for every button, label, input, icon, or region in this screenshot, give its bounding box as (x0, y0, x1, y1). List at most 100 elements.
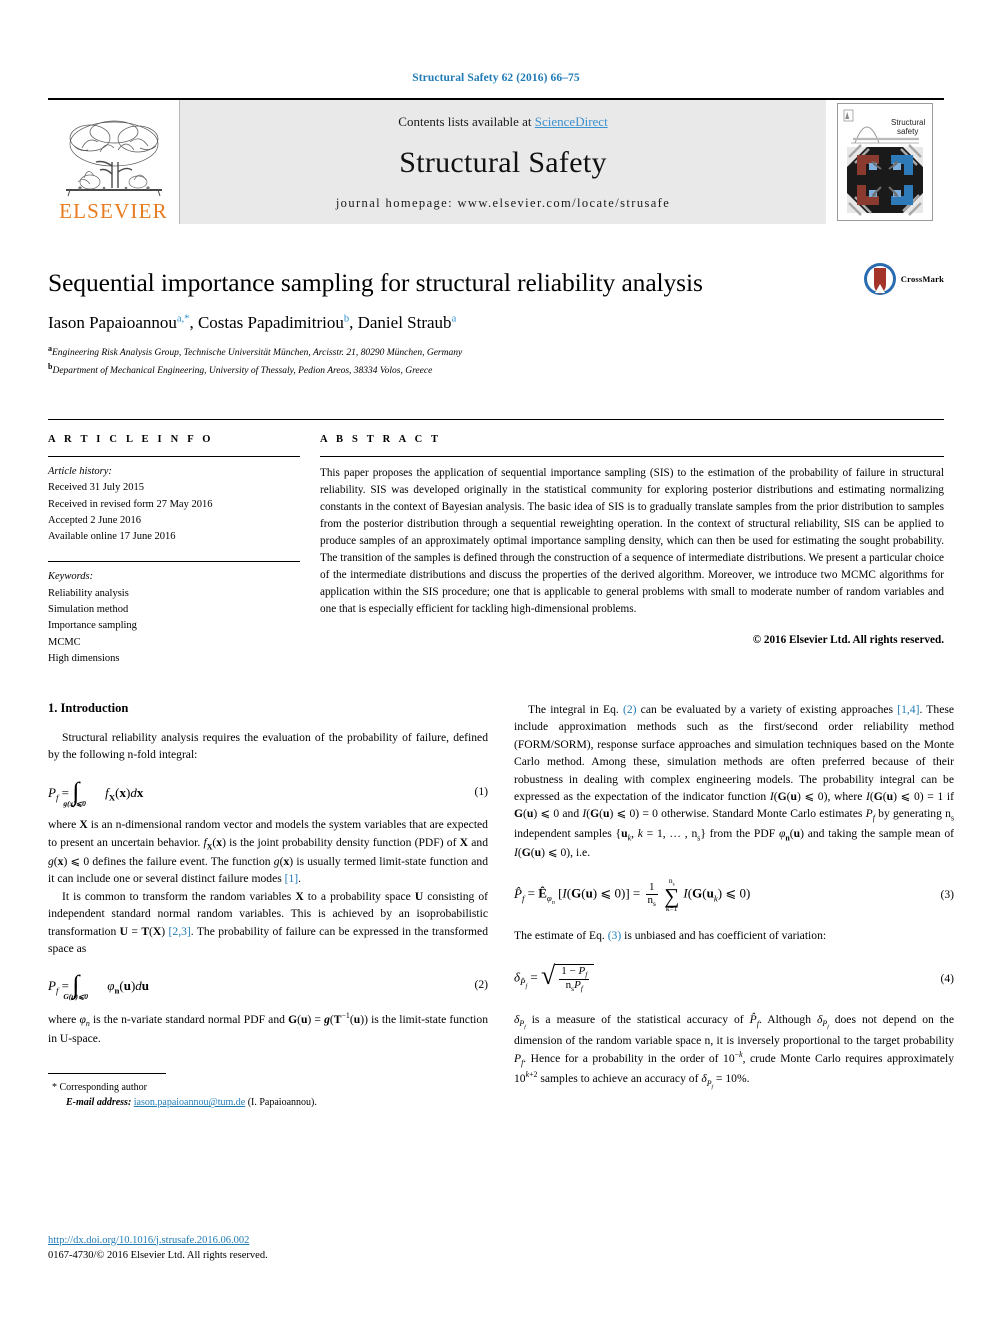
title-block: CrossMark Sequential importance sampling… (48, 263, 944, 379)
text-run: and taking the sample mean of (803, 826, 955, 840)
text-run: = 10%. (713, 1072, 750, 1086)
doi-link[interactable]: http://dx.doi.org/10.1016/j.strusafe.201… (48, 1235, 249, 1246)
keywords-label: Keywords: (48, 571, 94, 583)
text-run: , crude Monte Carlo requires approximate… (742, 1052, 955, 1066)
text-run: The integral in Eq. (528, 703, 623, 717)
equation-3: P̂f = Êφn [I(G(u) ⩽ 0)] = 1 ns ns ∑ k=1 I(G… (514, 877, 954, 913)
author-list: Iason Papaioannoua,*, Costas Papadimitri… (48, 313, 457, 333)
text-run: if (943, 790, 954, 804)
text-run: . These include approximation methods su… (514, 703, 954, 804)
text-run: . Hence for a probability in the order o… (523, 1052, 724, 1066)
affiliation-item: bDepartment of Mechanical Engineering, U… (48, 361, 944, 379)
equation-1-number: (1) (474, 784, 488, 798)
history-item: Accepted 2 June 2016 (48, 514, 142, 526)
author-name: Costas Papadimitriou (197, 313, 344, 333)
body-columns: 1. Introduction Structural reliability a… (48, 701, 954, 1110)
equation-ref-link[interactable]: (3) (608, 929, 622, 942)
abstract-text: This paper proposes the application of s… (320, 467, 944, 616)
author-mark[interactable]: a (452, 314, 457, 325)
text-run: The estimate of Eq. (514, 928, 608, 942)
author-mark[interactable]: b (344, 314, 349, 325)
cover-title-line2: safety (897, 127, 918, 136)
journal-homepage[interactable]: journal homepage: www.elsevier.com/locat… (336, 196, 670, 211)
left-column: 1. Introduction Structural reliability a… (48, 701, 488, 1110)
keywords-block: Keywords: Reliability analysis Simulatio… (48, 562, 300, 667)
elsevier-wordmark: ELSEVIER (59, 199, 168, 223)
issn-copyright-line: 0167-4730/© 2016 Elsevier Ltd. All right… (48, 1249, 268, 1261)
email-label: E-mail address: (66, 1097, 132, 1109)
keyword-item: MCMC (48, 636, 81, 648)
citation-link[interactable]: [1,4] (897, 703, 919, 716)
crossmark-icon (863, 263, 896, 295)
affiliation-list: aEngineering Risk Analysis Group, Techni… (48, 343, 944, 379)
info-abstract-region: A R T I C L E I N F O Article history: R… (48, 419, 944, 667)
keyword-item: Reliability analysis (48, 587, 129, 599)
article-history-label: Article history: (48, 466, 112, 478)
abstract-heading: A B S T R A C T (320, 434, 442, 446)
text-run: . Although (758, 1013, 817, 1027)
email-note: E-mail address: iason.papaioannou@tum.de… (48, 1095, 488, 1110)
journal-masthead: ELSEVIER Contents lists available at Sci… (48, 98, 944, 224)
equation-3-body: P̂f = Êφn [I(G(u) ⩽ 0)] = 1 ns ns ∑ k=1 I(G… (514, 876, 751, 914)
keyword-item: High dimensions (48, 652, 120, 664)
equation-4-body: δP̂f = √ 1 − Pf nsPf (514, 962, 595, 993)
keyword-item: Simulation method (48, 604, 129, 616)
text-run: from the PDF (705, 826, 779, 840)
text-run: It is common to transform the random var… (62, 889, 296, 903)
history-item: Received in revised form 27 May 2016 (48, 498, 213, 510)
citation-link[interactable]: [2,3] (169, 925, 191, 938)
crossmark-badge[interactable]: CrossMark (863, 262, 944, 296)
equation-1: Pf = ∫g(x)⩽0 fX(x)dx (1) (48, 778, 488, 808)
page-title: Sequential importance sampling for struc… (48, 268, 703, 297)
text-run: and (559, 807, 583, 821)
citation-link[interactable]: [1] (285, 872, 299, 885)
footnote-block: * Corresponding author E-mail address: i… (48, 1073, 488, 1110)
email-link[interactable]: iason.papaioannou@tum.de (134, 1097, 245, 1108)
email-owner: (I. Papaioannou). (247, 1097, 317, 1109)
equation-2: Pf = ∫G(u)⩽0 φn(u)du (2) (48, 970, 488, 1002)
author-mark[interactable]: a,* (177, 314, 190, 325)
text-run: otherwise. Standard Monte Carlo estimate… (657, 807, 866, 821)
journal-title: Structural Safety (399, 146, 607, 179)
footnote-divider (48, 1073, 166, 1075)
text-run: samples to achieve an accuracy of (537, 1072, 702, 1086)
article-history: Article history: Received 31 July 2015 R… (48, 457, 300, 545)
text-run: , where (827, 790, 866, 804)
affiliation-text: Department of Mechanical Engineering, Un… (52, 366, 433, 377)
text-run: is the joint probability density functio… (225, 835, 460, 849)
journal-cover-thumbnail: Structural safety (826, 100, 944, 224)
author-name: Iason Papaioannou (48, 313, 177, 333)
sciencedirect-link[interactable]: ScienceDirect (535, 114, 608, 129)
equation-2-body: Pf = ∫G(u)⩽0 φn(u)du (48, 970, 150, 1002)
equation-2-number: (2) (474, 978, 488, 992)
text-run: independent samples (514, 826, 616, 840)
author-name: Daniel Straub (357, 313, 452, 333)
history-item: Available online 17 June 2016 (48, 531, 176, 543)
affiliation-text: Engineering Risk Analysis Group, Technis… (52, 348, 463, 359)
section-title-introduction: 1. Introduction (48, 701, 129, 716)
elsevier-logo: ELSEVIER (48, 100, 180, 224)
paragraph-intro-4: where φn is the n-variate standard norma… (48, 1010, 488, 1045)
equation-4: δP̂f = √ 1 − Pf nsPf (4) (514, 962, 954, 993)
article-info-heading: A R T I C L E I N F O (48, 434, 214, 446)
footer-doi-block: http://dx.doi.org/10.1016/j.strusafe.201… (48, 1233, 268, 1263)
text-run: is the n-variate standard normal PDF and (89, 1012, 289, 1026)
elsevier-tree-icon (65, 120, 162, 197)
cover-title-line1: Structural (891, 118, 925, 127)
paragraph-right-1: The integral in Eq. (2) can be evaluated… (514, 703, 955, 859)
paragraph-intro-1: Structural reliability analysis requires… (48, 731, 488, 762)
text-run: defines the failure event. The function (89, 854, 274, 868)
text-run: where (48, 818, 80, 832)
equation-ref-link[interactable]: (2) (623, 703, 637, 716)
text-run: where (48, 1012, 80, 1026)
text-run: is a measure of the statistical accuracy… (525, 1013, 750, 1027)
text-run: is unbiased and has coefficient of varia… (621, 928, 827, 942)
affiliation-item: aEngineering Risk Analysis Group, Techni… (48, 343, 944, 361)
paragraph-right-3: δPf is a measure of the statistical accu… (514, 1013, 955, 1091)
right-column: The integral in Eq. (2) can be evaluated… (514, 701, 954, 1110)
text-run: by generating (874, 807, 946, 821)
journal-cover-art-icon: Structural safety (841, 107, 929, 217)
article-info-column: A R T I C L E I N F O Article history: R… (48, 434, 300, 667)
journal-article-page: Structural Safety 62 (2016) 66–75 ELSEVI… (0, 0, 992, 1323)
equation-4-number: (4) (940, 972, 954, 986)
